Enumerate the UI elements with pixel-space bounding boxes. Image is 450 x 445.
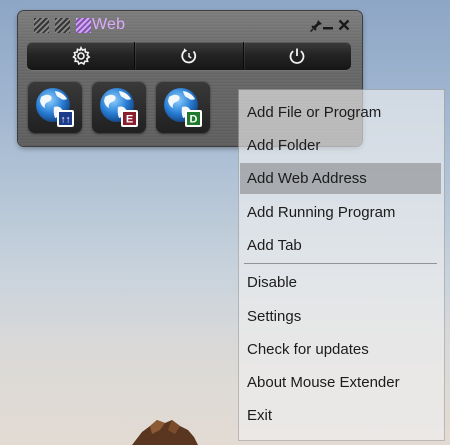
gear-icon (71, 46, 91, 66)
close-button[interactable] (336, 17, 352, 33)
minimize-icon (323, 27, 333, 30)
shortcut-tile[interactable]: ↑↑ (28, 81, 82, 133)
power-icon (289, 48, 305, 64)
active-tab-title[interactable]: Web (92, 16, 125, 34)
minimize-button[interactable] (320, 17, 336, 33)
menu-item-settings[interactable]: Settings (240, 301, 441, 332)
panel-toolbar (27, 42, 351, 70)
menu-item-add-file-or-program[interactable]: Add File or Program (240, 97, 441, 128)
shortcut-tile[interactable]: D (156, 81, 210, 133)
menu-separator (244, 263, 437, 264)
close-icon (338, 19, 350, 31)
menu-item-check-for-updates[interactable]: Check for updates (240, 334, 441, 365)
menu-item-about-mouse-extender[interactable]: About Mouse Extender (240, 367, 441, 398)
menu-item-add-folder[interactable]: Add Folder (240, 130, 441, 161)
globe-icon: ↑↑ (36, 88, 74, 127)
tile-badge: ↑↑ (61, 115, 71, 126)
menu-item-exit[interactable]: Exit (240, 400, 441, 431)
menu-item-add-tab[interactable]: Add Tab (240, 230, 441, 261)
globe-icon: D (164, 88, 202, 127)
power-button[interactable] (244, 42, 351, 70)
tab-marker-2[interactable] (55, 18, 70, 33)
tab-marker-web[interactable] (76, 18, 91, 33)
menu-item-add-running-program[interactable]: Add Running Program (240, 197, 441, 228)
tab-marker-1[interactable] (34, 18, 49, 33)
refresh-button[interactable] (135, 42, 244, 70)
menu-item-add-web-address[interactable]: Add Web Address (240, 163, 441, 194)
tile-badge: D (190, 114, 198, 126)
refresh-icon (181, 48, 197, 64)
settings-button[interactable] (27, 42, 136, 70)
shortcut-tile[interactable]: E (92, 81, 146, 133)
context-menu: Add File or Program Add Folder Add Web A… (238, 89, 443, 439)
panel-titlebar[interactable]: Web (18, 11, 362, 39)
globe-icon: E (100, 88, 138, 127)
menu-item-disable[interactable]: Disable (240, 267, 441, 298)
tile-badge: E (126, 114, 133, 126)
shortcut-tiles: ↑↑ E D (28, 81, 210, 133)
